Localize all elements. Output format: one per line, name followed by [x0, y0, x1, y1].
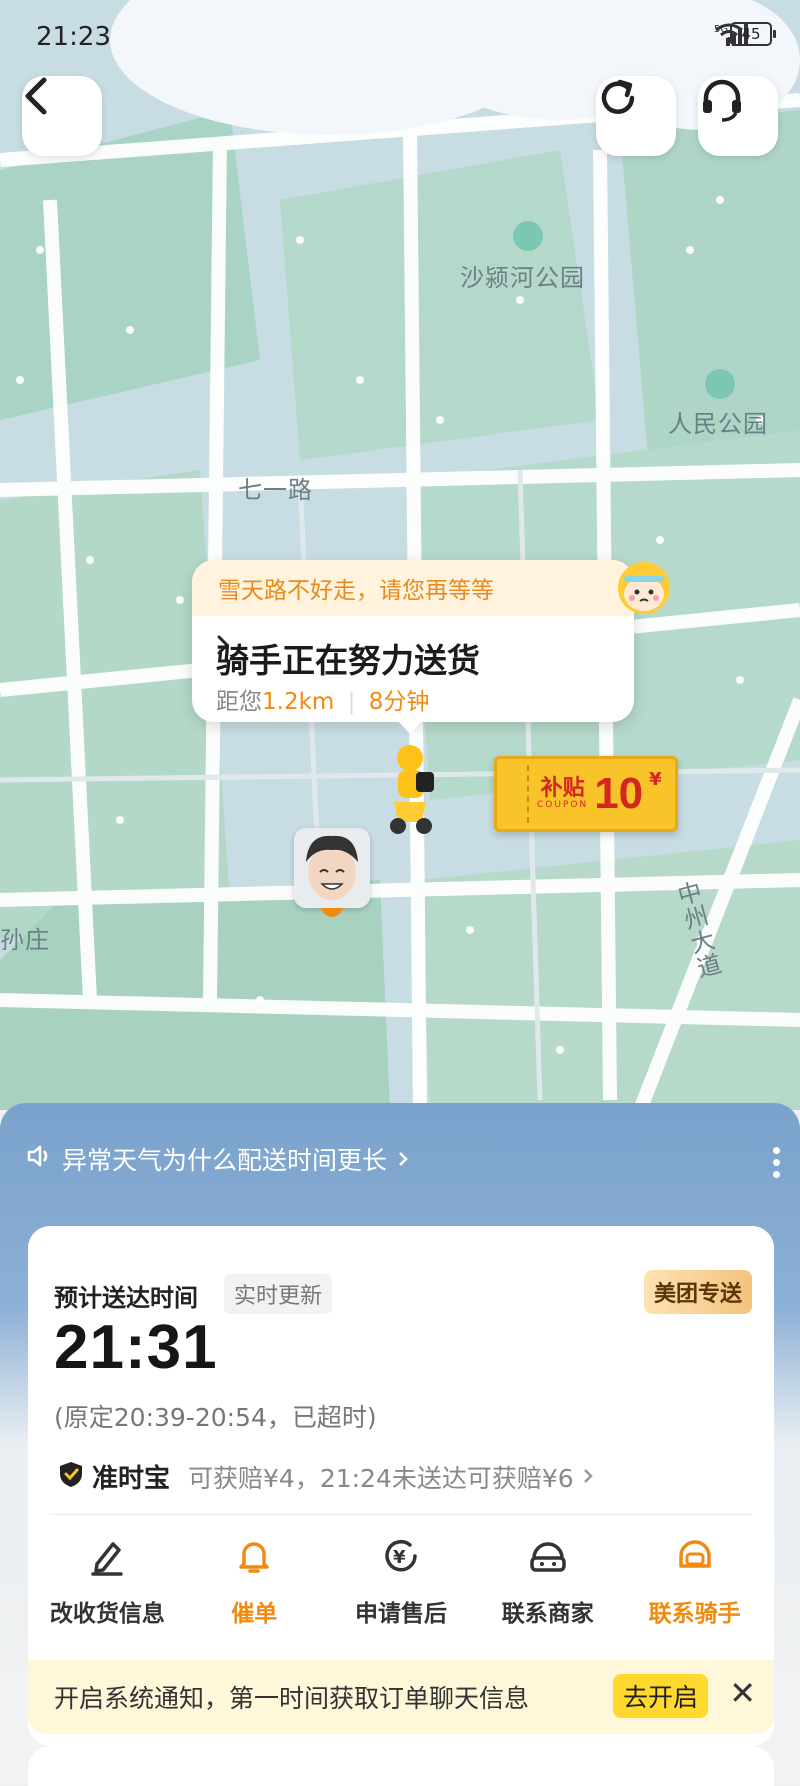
- ontime-title: 准时宝: [92, 1464, 171, 1494]
- edit-icon: [87, 1536, 127, 1580]
- rider-status-title: 骑手正在努力送货: [216, 634, 490, 682]
- rider-distance-row: 距您1.2km | 8分钟: [216, 689, 430, 715]
- weather-notice-link[interactable]: 异常天气为什么配送时间更长: [26, 1141, 409, 1177]
- refund-icon: ¥: [381, 1536, 421, 1580]
- chevron-right-icon: [582, 1462, 594, 1491]
- notification-text: 开启系统通知，第一时间获取订单聊天信息: [54, 1684, 530, 1713]
- refresh-button[interactable]: [596, 76, 676, 156]
- svg-text:5G: 5G: [714, 24, 728, 35]
- rider-helmet-icon: [675, 1536, 715, 1580]
- coupon-currency: ¥: [649, 769, 662, 790]
- action-label: 催单: [231, 1601, 278, 1627]
- map-label-road: 七一路: [238, 476, 313, 504]
- user-avatar-marker: [294, 828, 370, 908]
- after-sales-button[interactable]: ¥ 申请售后: [331, 1536, 471, 1628]
- map-label-park: 沙颍河公园: [460, 264, 585, 292]
- shield-check-icon: [58, 1460, 84, 1494]
- close-icon[interactable]: ✕: [729, 1674, 756, 1712]
- contact-rider-button[interactable]: 联系骑手: [625, 1536, 765, 1628]
- snow-delay-text: 雪天路不好走，请您再等等: [218, 578, 494, 604]
- service-tag: 美团专送: [643, 1270, 752, 1314]
- merchant-icon: [528, 1536, 568, 1580]
- notification-prompt: 开启系统通知，第一时间获取订单聊天信息 去开启 ✕: [28, 1660, 774, 1734]
- action-label: 改收货信息: [49, 1601, 165, 1627]
- customer-service-button[interactable]: [698, 76, 778, 156]
- rider-status-bubble[interactable]: 雪天路不好走，请您再等等 骑手正在努力送货 距您1.2km | 8分钟: [192, 560, 670, 734]
- action-label: 申请售后: [354, 1601, 447, 1627]
- eta-label: 预计送达时间: [54, 1284, 198, 1312]
- status-icons: 5G 45: [714, 22, 776, 46]
- svg-text:¥: ¥: [393, 1547, 406, 1568]
- status-time: 21:23: [36, 22, 111, 52]
- urge-order-button[interactable]: 催单: [184, 1536, 324, 1628]
- coupon-amount: 10: [594, 769, 644, 818]
- order-actions: 改收货信息 催单 ¥ 申请售后 联系商家 联系骑手: [28, 1536, 774, 1628]
- back-button[interactable]: [22, 76, 102, 156]
- chevron-right-icon: [397, 1145, 409, 1174]
- coupon-sub: COUPON: [537, 800, 589, 810]
- distance-prefix: 距您: [216, 689, 262, 715]
- rider-distance: 1.2km: [262, 689, 335, 715]
- map-label-park: 人民公园: [668, 410, 768, 438]
- weather-notice-text: 异常天气为什么配送时间更长: [62, 1146, 388, 1175]
- realtime-tag: 实时更新: [224, 1274, 333, 1314]
- subsidy-coupon[interactable]: 补贴 COUPON 10 ¥: [494, 756, 678, 832]
- delivery-map[interactable]: 21:23 5G 45 沙颍河公园 人民公园 七一路 中州大道 孙庄 雪天路不好…: [0, 0, 800, 1110]
- map-canvas: [0, 0, 800, 1110]
- map-label-village: 孙庄: [0, 926, 50, 954]
- enable-notification-button[interactable]: 去开启: [612, 1674, 708, 1718]
- more-options-icon[interactable]: [773, 1147, 780, 1178]
- divider: [50, 1514, 752, 1515]
- bell-icon: [234, 1536, 274, 1580]
- contact-merchant-button[interactable]: 联系商家: [478, 1536, 618, 1628]
- next-card: [28, 1746, 774, 1786]
- action-label: 联系商家: [501, 1601, 594, 1627]
- edit-address-button[interactable]: 改收货信息: [37, 1536, 177, 1628]
- action-label: 联系骑手: [648, 1601, 741, 1627]
- rider-status-text: 骑手正在努力送货: [216, 641, 480, 680]
- eta-time: 21:31: [54, 1313, 218, 1382]
- speaker-icon: [26, 1143, 52, 1175]
- ontime-detail: 可获赔¥4，21:24未送达可获赔¥6: [188, 1463, 574, 1493]
- snow-delay-banner: 雪天路不好走，请您再等等: [192, 560, 634, 616]
- coupon-label: 补贴: [540, 776, 585, 801]
- original-window: (原定20:39-20:54，已超时): [54, 1403, 377, 1432]
- rider-eta: 8分钟: [368, 689, 430, 715]
- ontime-guarantee-row[interactable]: 准时宝 可获赔¥4，21:24未送达可获赔¥6: [58, 1458, 594, 1495]
- battery-indicator: 45: [730, 22, 776, 46]
